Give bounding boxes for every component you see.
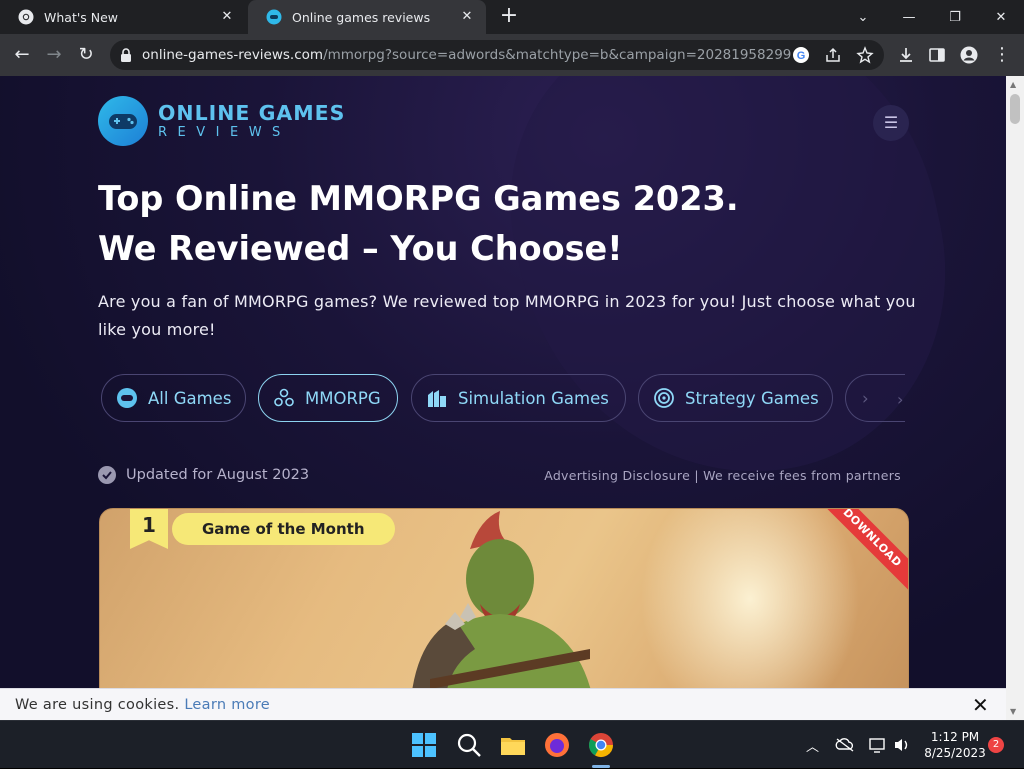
back-button[interactable]: ← bbox=[10, 43, 34, 67]
profile-icon[interactable] bbox=[960, 46, 978, 64]
system-clock[interactable]: 1:12 PM 8/25/2023 bbox=[920, 729, 990, 761]
google-lens-icon[interactable]: G bbox=[792, 46, 810, 64]
site-logo[interactable]: ONLINE GAMES REVIEWS bbox=[98, 96, 345, 146]
title-line-2: We Reviewed – You Choose! bbox=[98, 229, 623, 268]
target-icon bbox=[654, 388, 674, 408]
close-tab-icon[interactable]: ✕ bbox=[218, 8, 236, 26]
orc-character-image bbox=[412, 511, 591, 688]
scroll-up-icon[interactable]: ▲ bbox=[1010, 80, 1016, 89]
gamepad-icon bbox=[117, 388, 137, 408]
show-hidden-icons[interactable]: ︿ bbox=[806, 721, 819, 769]
tab-whats-new[interactable]: What's New ✕ bbox=[0, 0, 246, 34]
url-text: online-games-reviews.com/mmorpg?source=a… bbox=[142, 47, 792, 63]
share-icon[interactable] bbox=[824, 46, 842, 64]
close-tab-icon[interactable]: ✕ bbox=[458, 8, 476, 26]
intro-text: Are you a fan of MMORPG games? We review… bbox=[98, 292, 916, 339]
gamepad-logo-icon bbox=[98, 96, 148, 146]
restore-button[interactable]: ❐ bbox=[932, 0, 978, 34]
clock-time: 1:12 PM bbox=[930, 730, 980, 744]
category-strategy-games[interactable]: Strategy Games bbox=[638, 374, 833, 422]
tab-strip: What's New ✕ Online games reviews ✕ + ⌄ … bbox=[0, 0, 1024, 34]
learn-more-link[interactable]: Learn more bbox=[184, 697, 270, 713]
volume-icon[interactable] bbox=[892, 735, 912, 755]
game-card-1[interactable]: 1 Game of the Month DOWNLOAD bbox=[99, 508, 909, 688]
chrome-icon bbox=[18, 9, 34, 25]
scrollbar-thumb[interactable] bbox=[1010, 94, 1020, 124]
updated-text: Updated for August 2023 bbox=[126, 467, 310, 483]
more-menu-icon[interactable]: ⋮ bbox=[990, 43, 1014, 67]
new-tab-button[interactable]: + bbox=[498, 5, 520, 28]
cookie-text: We are using cookies. bbox=[15, 697, 180, 713]
category-next-partial[interactable]: › bbox=[845, 374, 905, 422]
logo-title: ONLINE GAMES bbox=[158, 100, 346, 125]
chrome-taskbar-icon[interactable] bbox=[587, 731, 615, 759]
gamepad-favicon-icon bbox=[266, 9, 282, 25]
download-icon[interactable] bbox=[897, 46, 915, 64]
page-scrollbar[interactable]: ▲ ▼ bbox=[1006, 76, 1024, 720]
side-panel-icon[interactable] bbox=[928, 46, 946, 64]
taskbar: ︿ 1:12 PM 8/25/2023 2 bbox=[0, 720, 1024, 768]
browser-toolbar: ← → ↻ online-games-reviews.com/mmorpg?so… bbox=[0, 34, 1024, 76]
title-line-1: Top Online MMORPG Games 2023. bbox=[98, 179, 739, 218]
lock-icon bbox=[121, 48, 131, 62]
notification-badge[interactable]: 2 bbox=[988, 737, 1004, 753]
hamburger-menu-icon[interactable]: ☰ bbox=[873, 105, 909, 141]
bookmark-star-icon[interactable] bbox=[856, 46, 874, 64]
logo-subtitle: REVIEWS bbox=[158, 125, 291, 141]
page-title: Top Online MMORPG Games 2023. We Reviewe… bbox=[98, 174, 918, 274]
tab-title: Online games reviews bbox=[292, 9, 431, 25]
updated-note: Updated for August 2023 bbox=[98, 466, 309, 484]
team-icon bbox=[274, 388, 294, 407]
file-explorer-icon[interactable] bbox=[499, 731, 527, 759]
chevron-right-icon: › bbox=[862, 388, 869, 408]
reload-button[interactable]: ↻ bbox=[74, 43, 98, 67]
category-all-games[interactable]: All Games bbox=[101, 374, 246, 422]
check-circle-icon bbox=[98, 466, 116, 484]
address-bar[interactable]: online-games-reviews.com/mmorpg?source=a… bbox=[110, 40, 884, 70]
clock-date: 8/25/2023 bbox=[924, 746, 986, 760]
category-simulation-games[interactable]: Simulation Games bbox=[411, 374, 626, 422]
advertising-disclosure-link[interactable]: Advertising Disclosure | We receive fees… bbox=[544, 468, 901, 483]
firefox-icon[interactable] bbox=[543, 731, 571, 759]
windows-start-icon[interactable] bbox=[410, 731, 438, 759]
network-icon[interactable] bbox=[868, 735, 888, 755]
onedrive-icon[interactable] bbox=[835, 735, 855, 755]
category-mmorpg[interactable]: MMORPG bbox=[258, 374, 398, 422]
close-window-button[interactable]: ✕ bbox=[978, 0, 1024, 34]
close-cookie-icon[interactable]: ✕ bbox=[972, 689, 989, 721]
category-filter: All Games MMORPG Simulation Games Strate… bbox=[101, 374, 905, 422]
cookie-banner: We are using cookies. Learn more ✕ bbox=[0, 688, 1006, 720]
game-of-month-badge: Game of the Month bbox=[172, 513, 395, 545]
tab-title: What's New bbox=[44, 9, 119, 25]
web-page: ONLINE GAMES REVIEWS ☰ Top Online MMORPG… bbox=[0, 76, 1006, 688]
tab-online-games-reviews[interactable]: Online games reviews ✕ bbox=[248, 0, 486, 34]
search-icon[interactable] bbox=[455, 731, 483, 759]
tab-search-icon[interactable]: ⌄ bbox=[840, 0, 886, 34]
scroll-right-icon[interactable]: › bbox=[897, 390, 903, 409]
building-icon bbox=[428, 390, 446, 407]
rank-flag: 1 bbox=[130, 509, 168, 549]
svg-text:G: G bbox=[797, 50, 806, 62]
minimize-button[interactable]: — bbox=[886, 0, 932, 34]
forward-button[interactable]: → bbox=[42, 43, 66, 67]
scroll-down-icon[interactable]: ▼ bbox=[1010, 707, 1016, 716]
